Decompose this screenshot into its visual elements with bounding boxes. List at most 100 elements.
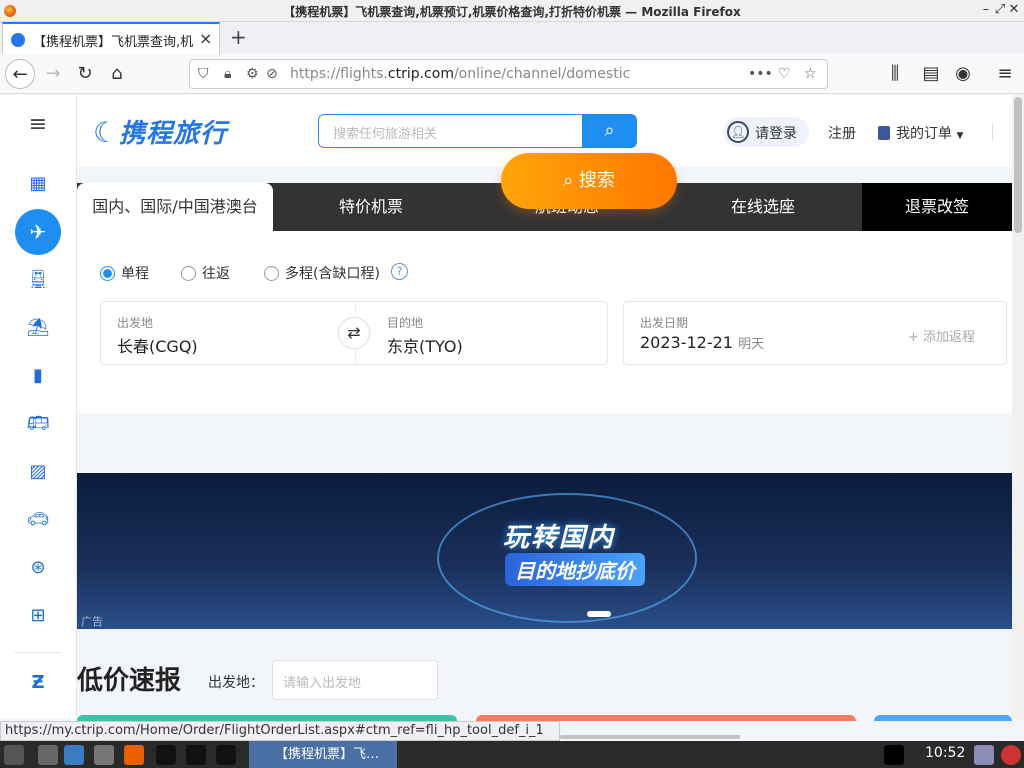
add-return-link[interactable]: + 添加返程 xyxy=(908,326,975,345)
sidebar-divider xyxy=(14,652,62,653)
status-bar-url: https://my.ctrip.com/Home/Order/FlightOr… xyxy=(0,721,560,741)
start-menu-icon[interactable] xyxy=(4,745,24,765)
hamburger-menu-icon[interactable]: ≡ xyxy=(22,109,54,141)
global-icon[interactable]: ⊛ xyxy=(22,552,54,584)
to-label: 目的地 xyxy=(387,316,424,330)
promo-banner[interactable]: 玩转国内 目的地抄底价 广告 xyxy=(77,473,1012,629)
new-tab-button[interactable]: + xyxy=(230,25,247,49)
user-tray-icon[interactable] xyxy=(974,745,994,765)
network-icon[interactable] xyxy=(64,745,84,765)
tab-refund-change[interactable]: 退票改签 xyxy=(862,183,1012,231)
tracking-icon[interactable]: ⊘ xyxy=(266,66,278,82)
login-button[interactable]: 👤︎ 请登录 xyxy=(723,117,809,147)
zhixing-icon[interactable]: Ƶ xyxy=(22,667,54,699)
to-input[interactable]: 东京(TYO) xyxy=(387,333,463,357)
deal-card[interactable] xyxy=(874,715,1012,721)
help-icon[interactable]: ? xyxy=(391,263,408,280)
page-actions-icon[interactable]: ••• xyxy=(748,66,773,82)
radio-one-way[interactable]: 单程 xyxy=(100,263,149,283)
orders-icon xyxy=(878,126,890,140)
lock-icon[interactable]: 🔒︎ xyxy=(224,66,231,82)
search-button[interactable]: ⌕ xyxy=(582,114,637,148)
close-window-button[interactable]: ✕ xyxy=(1006,2,1022,20)
clock: 10:52 xyxy=(925,745,966,761)
browser-tab[interactable]: 【携程机票】飞机票查询,机 × xyxy=(2,22,220,54)
user-avatar-icon: 👤︎ xyxy=(727,121,749,143)
register-link[interactable]: 注册 xyxy=(828,123,856,143)
close-tab-icon[interactable]: × xyxy=(199,29,212,48)
tab-special-price[interactable]: 特价机票 xyxy=(273,183,469,231)
search-icon: ⌕ xyxy=(563,170,574,191)
header-divider xyxy=(992,123,993,141)
workspace-icon[interactable] xyxy=(156,745,176,765)
departure-input[interactable]: 请输入出发地 xyxy=(272,660,438,700)
tab-online-seat[interactable]: 在线选座 xyxy=(665,183,861,231)
guide-icon[interactable]: ▮ xyxy=(22,360,54,392)
tab-label: 【携程机票】飞机票查询,机 xyxy=(33,35,193,50)
workspace-icon[interactable] xyxy=(216,745,236,765)
firefox-launcher-icon[interactable] xyxy=(124,745,144,765)
banner-subtitle: 目的地抄底价 xyxy=(505,553,645,586)
login-label: 请登录 xyxy=(755,126,797,142)
my-orders-menu[interactable]: 我的订单 ▼ xyxy=(878,123,963,143)
bus-icon[interactable]: 🚌︎ xyxy=(22,408,54,440)
ad-label: 广告 xyxy=(81,615,103,628)
radio-unchecked-icon xyxy=(264,266,279,281)
taskbar-firefox-task[interactable]: 【携程机票】飞… xyxy=(249,741,397,768)
search-placeholder: 搜索任何旅游相关 xyxy=(333,127,438,142)
date-box: 出发日期 2023-12-21 明天 + 添加返程 xyxy=(623,301,1007,365)
tab-domestic-international[interactable]: 国内、国际/中国港澳台 xyxy=(77,183,273,231)
hotel-icon[interactable]: ▦ xyxy=(22,168,54,200)
library-icon[interactable]: ⫼ xyxy=(880,59,910,89)
banner-title: 玩转国内 xyxy=(503,523,616,553)
os-taskbar xyxy=(0,741,1024,768)
departure-placeholder: 请输入出发地 xyxy=(283,676,362,691)
section-title: 低价速报 xyxy=(77,666,182,696)
left-sidebar: ≡ ▦ ✈ 🚆︎ ⛱ ▮ 🚌︎ ▨ 🚗︎ ⊛ ⊞ Ƶ xyxy=(0,95,77,719)
window-title: 【携程机票】飞机票查询,机票预订,机票价格查询,打折特价机票 — Mozilla… xyxy=(283,5,741,19)
photo-icon[interactable]: ▨ xyxy=(22,456,54,488)
horizontal-scrollbar[interactable] xyxy=(560,735,740,739)
vertical-scrollbar[interactable] xyxy=(1012,95,1024,719)
travel-icon[interactable]: ⛱ xyxy=(22,312,54,344)
from-label: 出发地 xyxy=(117,316,154,330)
flight-icon[interactable]: ✈ xyxy=(15,209,61,255)
chevron-down-icon: ▼ xyxy=(956,131,964,141)
permissions-icon[interactable]: ⚙ xyxy=(246,66,259,82)
sidebar-icon[interactable]: ▤ xyxy=(916,59,946,89)
swap-cities-icon[interactable]: ⇄ xyxy=(338,317,370,349)
back-button[interactable]: ← xyxy=(5,59,35,89)
date-input[interactable]: 2023-12-21 明天 xyxy=(640,333,764,352)
files-icon[interactable] xyxy=(94,745,114,765)
power-icon[interactable] xyxy=(1001,745,1021,765)
radio-round-trip[interactable]: 往返 xyxy=(181,263,230,283)
reload-button[interactable]: ↻ xyxy=(70,59,100,89)
window-titlebar: 【携程机票】飞机票查询,机票预订,机票价格查询,打折特价机票 — Mozilla… xyxy=(0,0,1024,22)
radio-multi-city[interactable]: 多程(含缺口程) xyxy=(264,263,380,283)
carousel-indicator[interactable] xyxy=(587,611,611,617)
car-icon[interactable]: 🚗︎ xyxy=(22,504,54,536)
forward-button[interactable]: → xyxy=(38,59,68,89)
url-bar[interactable]: ⛉ 🔒︎ ⚙ ⊘ https://flights.ctrip.com/onlin… xyxy=(189,59,828,89)
tray-icon xyxy=(884,745,904,765)
pocket-icon[interactable]: ♡ xyxy=(778,66,791,82)
home-button[interactable]: ⌂ xyxy=(102,59,132,89)
search-flights-button[interactable]: ⌕ 搜索 xyxy=(501,153,677,209)
train-icon[interactable]: 🚆︎ xyxy=(22,264,54,296)
scrollbar-thumb[interactable] xyxy=(1014,97,1022,233)
site-search-input[interactable]: 搜索任何旅游相关 xyxy=(318,114,583,148)
account-icon[interactable]: ◉ xyxy=(948,59,978,89)
ctrip-logo[interactable]: ☾携程旅行 xyxy=(93,113,227,150)
radio-checked-icon xyxy=(100,266,115,281)
desktop-icon[interactable] xyxy=(38,745,58,765)
shield-icon[interactable]: ⛉ xyxy=(198,66,209,82)
bookmark-star-icon[interactable]: ☆ xyxy=(804,66,817,82)
shopping-icon[interactable]: ⊞ xyxy=(22,600,54,632)
ctrip-favicon-icon xyxy=(11,33,25,47)
workspace-icon[interactable] xyxy=(186,745,206,765)
departure-label: 出发地： xyxy=(208,675,264,691)
menu-icon[interactable]: ≡ xyxy=(990,59,1020,89)
search-icon: ⌕ xyxy=(604,120,615,141)
date-label: 出发日期 xyxy=(640,316,689,330)
from-input[interactable]: 长春(CGQ) xyxy=(117,333,198,357)
